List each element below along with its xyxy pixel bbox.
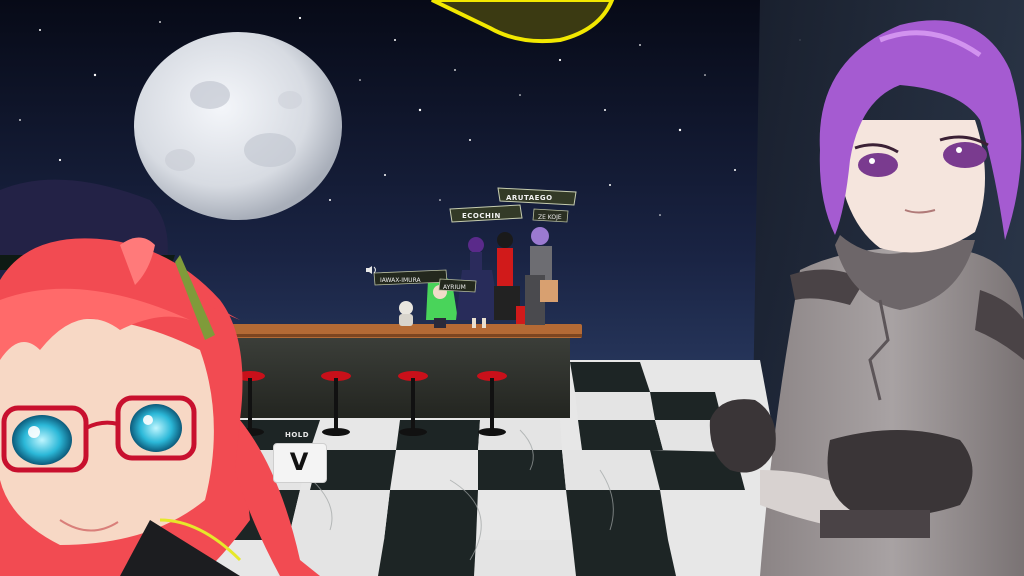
hud-hint-label: HOLD (285, 431, 310, 439)
hud-key-v: V (289, 448, 309, 476)
nameplate-text-ecochin: ECOCHIN (462, 212, 501, 220)
moon (134, 32, 342, 220)
vr-world-view: ARUTAEGO ECOCHIN ZE KOJE IAWAX-IMURA AYR… (0, 0, 1024, 576)
nameplate-ayrium: AYRIUM (438, 278, 477, 293)
nameplate-text-arutaego: ARUTAEGO (506, 194, 553, 202)
nameplate-text-ayrium: AYRIUM (443, 284, 466, 291)
world-canvas: ARUTAEGO ECOCHIN ZE KOJE IAWAX-IMURA AYR… (0, 0, 1024, 576)
nameplate-text-iawax: IAWAX-IMURA (380, 277, 421, 284)
bar-counter (210, 324, 582, 418)
nameplate-text-small-right: ZE KOJE (538, 214, 562, 221)
nameplate-small-right: ZE KOJE (532, 208, 569, 223)
